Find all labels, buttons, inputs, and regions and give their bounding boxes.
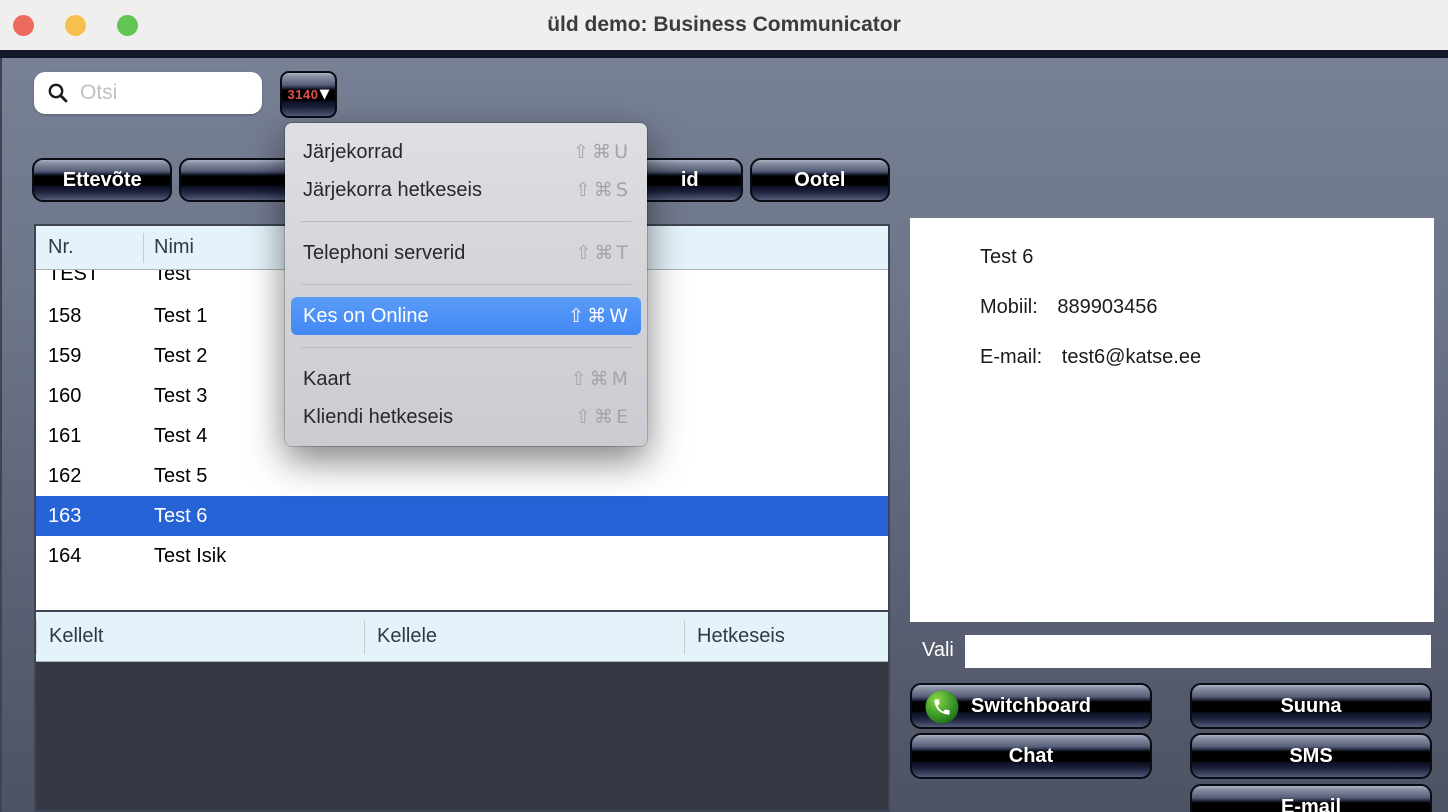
chat-button[interactable]: Chat	[910, 733, 1152, 779]
calls-table: Kellelt Kellele Hetkeseis	[34, 610, 890, 812]
menu-separator	[301, 347, 631, 348]
column-header-kellelt[interactable]: Kellelt	[36, 620, 364, 654]
menu-item-label: Kes on Online	[303, 305, 429, 328]
sms-button[interactable]: SMS	[1190, 733, 1432, 779]
menu-separator	[301, 221, 631, 222]
menu-shortcut: ⇧⌘W	[568, 305, 631, 327]
titlebar-divider	[0, 50, 1448, 58]
contact-detail-card: Test 6 Mobiil: 889903456 E-mail: test6@k…	[910, 218, 1434, 622]
menu-item-label: Järjekorrad	[303, 141, 403, 164]
sms-label: SMS	[1289, 745, 1332, 768]
suuna-label: Suuna	[1280, 695, 1341, 718]
contact-mobile-value: 889903456	[1057, 296, 1157, 318]
search-input[interactable]	[80, 81, 250, 105]
suuna-button[interactable]: Suuna	[1190, 683, 1432, 729]
cell-nr: 161	[36, 425, 144, 448]
menu-item-label: Kaart	[303, 368, 351, 391]
table-row[interactable]: 164 Test Isik	[36, 536, 888, 576]
contact-name: Test 6	[980, 246, 1434, 269]
chevron-down-icon: ▼	[319, 87, 329, 102]
calls-table-header: Kellelt Kellele Hetkeseis	[36, 612, 888, 662]
email-label: E-mail	[1281, 796, 1341, 812]
menu-item-kaart[interactable]: Kaart ⇧⌘M	[285, 360, 647, 398]
cell-nr: 160	[36, 385, 144, 408]
cell-nr: 164	[36, 545, 144, 568]
close-button[interactable]	[13, 15, 34, 36]
tab-ootel[interactable]: Ootel	[750, 158, 890, 202]
table-row-selected[interactable]: 163 Test 6	[36, 496, 888, 536]
menu-item-kes-on-online[interactable]: Kes on Online ⇧⌘W	[291, 297, 641, 335]
email-button[interactable]: E-mail	[1190, 784, 1432, 812]
menu-separator	[301, 284, 631, 285]
cell-nr: 158	[36, 305, 144, 328]
cell-nimi: Test Isik	[144, 545, 888, 568]
phone-icon	[924, 689, 960, 725]
chat-label: Chat	[1009, 745, 1053, 768]
tab-ettevote[interactable]: Ettevõte	[32, 158, 172, 202]
minimize-button[interactable]	[65, 15, 86, 36]
vali-label: Vali	[922, 639, 954, 662]
vali-input[interactable]	[965, 635, 1431, 668]
menu-item-label: Kliendi hetkeseis	[303, 406, 453, 429]
cell-nr: 159	[36, 345, 144, 368]
extension-dropdown-button[interactable]: 3140 ▼	[280, 71, 337, 118]
cell-nimi: Test 5	[144, 465, 888, 488]
column-header-hetkeseis[interactable]: Hetkeseis	[684, 620, 888, 654]
menu-item-telephoni-serverid[interactable]: Telephoni serverid ⇧⌘T	[285, 234, 647, 272]
main-area: 3140 ▼ Ettevõte Isi id Ootel Nr.	[0, 58, 1448, 812]
tab-label: id	[681, 169, 699, 192]
extension-dropdown-menu: Järjekorrad ⇧⌘U Järjekorra hetkeseis ⇧⌘S…	[285, 123, 647, 446]
cell-nimi: Test 6	[144, 505, 888, 528]
cell-nr: TEST	[36, 270, 144, 286]
contact-email-value: test6@katse.ee	[1062, 346, 1201, 368]
menu-shortcut: ⇧⌘T	[575, 242, 631, 264]
menu-shortcut: ⇧⌘S	[575, 179, 631, 201]
menu-item-label: Järjekorra hetkeseis	[303, 179, 482, 202]
menu-shortcut: ⇧⌘E	[575, 406, 631, 428]
menu-shortcut: ⇧⌘M	[571, 368, 631, 390]
window-title: üld demo: Business Communicator	[547, 13, 901, 37]
menu-item-kliendi-hetkeseis[interactable]: Kliendi hetkeseis ⇧⌘E	[285, 398, 647, 436]
switchboard-label: Switchboard	[971, 695, 1091, 718]
window-titlebar: üld demo: Business Communicator	[0, 0, 1448, 50]
menu-shortcut: ⇧⌘U	[573, 141, 631, 163]
menu-item-jarjekorrad[interactable]: Järjekorrad ⇧⌘U	[285, 133, 647, 171]
contact-mobile-label: Mobiil:	[980, 296, 1038, 318]
zoom-button[interactable]	[117, 15, 138, 36]
search-icon	[46, 81, 70, 105]
contact-email-label: E-mail:	[980, 346, 1042, 368]
app-window: üld demo: Business Communicator 3140 ▼ E…	[0, 0, 1448, 812]
switchboard-button[interactable]: Switchboard	[910, 683, 1152, 729]
cell-nr: 163	[36, 505, 144, 528]
menu-item-label: Telephoni serverid	[303, 242, 465, 265]
tab-label: Ettevõte	[63, 169, 142, 192]
column-header-nr[interactable]: Nr.	[36, 233, 144, 263]
table-row[interactable]: 162 Test 5	[36, 456, 888, 496]
menu-item-jarjekorra-hetkeseis[interactable]: Järjekorra hetkeseis ⇧⌘S	[285, 171, 647, 209]
search-field[interactable]	[34, 72, 262, 114]
extension-number: 3140	[288, 87, 319, 102]
column-header-kellele[interactable]: Kellele	[364, 620, 684, 654]
cell-nr: 162	[36, 465, 144, 488]
tab-label: Ootel	[794, 169, 845, 192]
